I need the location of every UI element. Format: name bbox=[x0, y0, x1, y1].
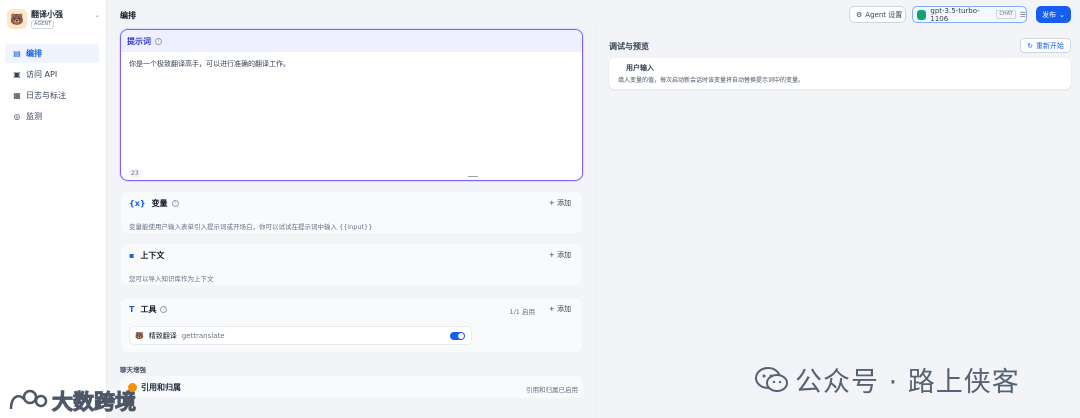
context-header: ▪ 上下文 bbox=[129, 250, 164, 261]
watermark-text: 公众号 · 路上侠客 bbox=[795, 367, 1020, 398]
add-variable-button[interactable]: + 添加 bbox=[549, 198, 571, 208]
wechat-icon bbox=[755, 366, 788, 392]
agent-settings-button[interactable]: ⚙ Agent 设置 bbox=[849, 6, 906, 23]
model-selector[interactable]: gpt-3.5-turbo-1106 CHAT ☰ bbox=[912, 6, 1027, 23]
add-context-button[interactable]: + 添加 bbox=[549, 250, 571, 260]
sidebar-item-label: 编排 bbox=[26, 49, 42, 58]
publish-button[interactable]: 发布 ⌄ bbox=[1036, 6, 1071, 23]
help-icon[interactable]: ? bbox=[171, 200, 179, 207]
sidebar-item-monitor[interactable]: ◎ 监测 bbox=[5, 107, 99, 126]
layout-icon: ▤ bbox=[13, 49, 21, 58]
variables-header: {x} 变量 ? bbox=[129, 198, 179, 209]
file-icon: ▪ bbox=[129, 251, 135, 260]
app-header[interactable]: 🐻 翻译小强 AGENT ⌄ bbox=[7, 7, 102, 31]
sidebar-item-label: 日志与标注 bbox=[26, 91, 66, 100]
context-description: 您可以导入知识库作为上下文 bbox=[129, 275, 214, 283]
tool-item[interactable]: 🐻 精致翻译 gettranslate bbox=[129, 326, 472, 345]
sidebar-item-logs[interactable]: ▦ 日志与标注 bbox=[5, 86, 99, 105]
tool-id: gettranslate bbox=[181, 331, 225, 340]
restart-button[interactable]: ↻ 重新开始 bbox=[1020, 38, 1071, 53]
tools-section: T 工具 ? 1/1 启用 + 添加 🐻 精致翻译 gettranslate bbox=[120, 297, 583, 353]
variable-icon: {x} bbox=[129, 199, 146, 208]
chat-enhance-label: 聊天增强 bbox=[120, 366, 146, 374]
brand-watermark: 大数跨境 bbox=[8, 386, 137, 416]
context-title: 上下文 bbox=[140, 251, 165, 260]
user-input-description: 填入变量的值，每次启动新会话时该变量将自动替换提示词中的变量。 bbox=[618, 77, 805, 84]
sidebar-nav: ▤ 编排 ▣ 访问 API ▦ 日志与标注 ◎ 监测 bbox=[5, 44, 99, 128]
citation-section: 引用和归属 引用和归属已启用 bbox=[120, 376, 583, 398]
prompt-textarea[interactable]: 你是一个极致翻译高手，可以进行准确的翻译工作。 bbox=[129, 59, 290, 69]
monitor-icon: ◎ bbox=[13, 112, 21, 121]
doc-icon: ▦ bbox=[13, 91, 21, 100]
page-title: 编排 bbox=[120, 11, 136, 20]
publish-label: 发布 bbox=[1042, 10, 1057, 19]
char-count: 23 bbox=[129, 169, 141, 178]
sliders-icon[interactable]: ☰ bbox=[1020, 11, 1026, 19]
model-name: gpt-3.5-turbo-1106 bbox=[930, 6, 980, 23]
model-mode-tag: CHAT bbox=[996, 10, 1016, 19]
sidebar-item-orchestrate[interactable]: ▤ 编排 bbox=[5, 44, 99, 63]
brand-watermark-text: 大数跨境 bbox=[52, 390, 137, 415]
refresh-icon: ↻ bbox=[1027, 41, 1033, 50]
sidebar-item-label: 访问 API bbox=[26, 70, 58, 79]
tools-title: 工具 bbox=[140, 305, 157, 314]
app-type-badge: AGENT bbox=[31, 20, 55, 29]
sidebar-item-label: 监测 bbox=[26, 112, 42, 121]
tool-icon: T bbox=[129, 305, 135, 314]
user-input-label: 用户输入 bbox=[626, 64, 654, 72]
help-icon[interactable]: ? bbox=[155, 37, 162, 45]
variables-description: 变量能使用户输入表单引入提示词或开场白，你可以试试在提示词中输入 {{input… bbox=[129, 223, 373, 231]
debug-title: 调试与预览 bbox=[609, 42, 649, 51]
wechat-watermark: 公众号 · 路上侠客 bbox=[755, 360, 1020, 399]
context-section: ▪ 上下文 + 添加 您可以导入知识库作为上下文 bbox=[120, 243, 583, 286]
citation-status: 引用和归属已启用 bbox=[526, 386, 578, 394]
chevron-down-icon[interactable]: ⌄ bbox=[94, 11, 100, 19]
variables-section: {x} 变量 ? + 添加 变量能使用户输入表单引入提示词或开场白，你可以试试在… bbox=[120, 191, 583, 234]
help-icon[interactable]: ? bbox=[160, 306, 168, 313]
sidebar-item-api[interactable]: ▣ 访问 API bbox=[5, 65, 99, 84]
citation-title: 引用和归属 bbox=[141, 383, 181, 392]
tool-name: 精致翻译 bbox=[148, 331, 177, 340]
tools-enabled-count: 1/1 启用 bbox=[509, 308, 535, 316]
chevron-down-icon: ⌄ bbox=[1059, 10, 1065, 19]
sidebar: 🐻 翻译小强 AGENT ⌄ ▤ 编排 ▣ 访问 API ▦ 日志与标注 ◎ 监… bbox=[0, 0, 107, 418]
prompt-title: 提示词 bbox=[127, 36, 151, 46]
brand-logo-icon bbox=[9, 389, 48, 410]
gear-icon: ⚙ bbox=[856, 10, 863, 19]
resize-handle[interactable] bbox=[468, 176, 478, 177]
openai-icon bbox=[917, 9, 927, 20]
restart-label: 重新开始 bbox=[1035, 41, 1064, 50]
user-input-card: 用户输入 填入变量的值，每次启动新会话时该变量将自动替换提示词中的变量。 bbox=[609, 58, 1071, 89]
prompt-header: 提示词 ? bbox=[121, 30, 582, 52]
variables-title: 变量 bbox=[151, 199, 168, 208]
app-name: 翻译小强 bbox=[31, 10, 63, 19]
app-avatar: 🐻 bbox=[7, 9, 27, 29]
terminal-icon: ▣ bbox=[13, 70, 21, 79]
add-tool-button[interactable]: + 添加 bbox=[549, 304, 571, 314]
agent-settings-label: Agent 设置 bbox=[865, 10, 903, 19]
bear-icon: 🐻 bbox=[135, 331, 144, 340]
tool-enable-toggle[interactable] bbox=[450, 332, 465, 340]
tools-header: T 工具 ? bbox=[129, 304, 168, 315]
prompt-editor[interactable]: 提示词 ? 你是一个极致翻译高手，可以进行准确的翻译工作。 23 bbox=[120, 29, 583, 181]
